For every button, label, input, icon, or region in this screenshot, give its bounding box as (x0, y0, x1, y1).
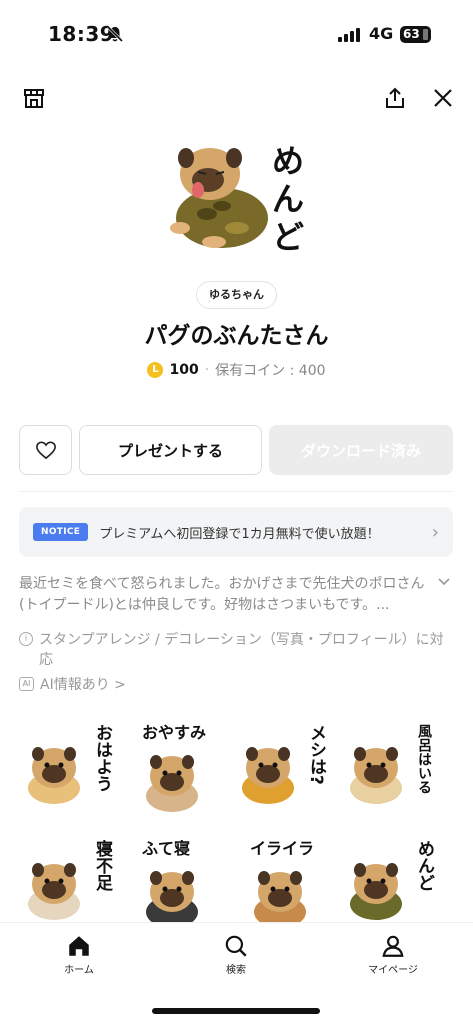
nav-mypage[interactable]: マイページ (348, 933, 438, 976)
sticker-item[interactable]: おやすみ (128, 716, 224, 812)
hero-sticker-text-3: ど (272, 218, 304, 256)
separator: · (204, 362, 210, 378)
ai-info-text: AI情報あり > (40, 677, 126, 693)
network-type: 4G (369, 24, 394, 43)
ai-info-link[interactable]: AI AI情報あり > (19, 674, 126, 694)
close-icon[interactable] (431, 86, 455, 110)
sticker-item[interactable]: 風呂はいる (344, 716, 440, 812)
pack-title: パグのぶんたさん (144, 323, 329, 349)
sticker-item[interactable]: 寝不足 (22, 832, 118, 928)
present-button[interactable]: プレゼントする (79, 425, 262, 475)
sticker-text: イライラ (250, 839, 314, 858)
hero-sticker-text-2: ん (272, 180, 304, 218)
price-row: L 100 · 保有コイン : 400 (0, 360, 473, 380)
battery-level: 63 (403, 27, 420, 41)
sticker-text: 風呂はいる (416, 724, 432, 794)
sticker-item[interactable]: めんど (344, 832, 440, 928)
nav-mypage-label: マイページ (368, 965, 418, 976)
sticker-text: ふて寝 (142, 839, 190, 858)
sticker-item[interactable]: ふて寝 (128, 832, 224, 928)
author-chip[interactable]: ゆるちゃん (196, 281, 277, 309)
signal-icon (338, 27, 360, 42)
bell-muted-icon (106, 25, 124, 43)
hero-sticker-image[interactable]: め ん ど (162, 136, 312, 256)
favorite-button[interactable] (19, 425, 72, 475)
sticker-text: 寝不足 (92, 839, 113, 892)
divider (19, 491, 453, 492)
nav-home[interactable]: ホーム (34, 933, 124, 976)
sticker-item[interactable]: メシは? (236, 716, 332, 812)
notice-banner[interactable]: NOTICE プレミアムへ初回登録で1カ月無料で使い放題！ › (19, 507, 453, 557)
nav-search[interactable]: 検索 (191, 933, 281, 976)
battery-icon: 63 (400, 26, 431, 43)
status-bar: 18:39 4G 63 (0, 0, 473, 70)
notice-badge: NOTICE (33, 523, 89, 541)
notice-text: プレミアムへ初回登録で1カ月無料で使い放題！ (99, 526, 380, 542)
nav-search-label: 検索 (226, 965, 246, 976)
sticker-text: おやすみ (142, 723, 206, 742)
ai-icon: AI (19, 677, 34, 691)
hero-sticker-text-1: め (272, 142, 304, 180)
pack-description: 最近セミを食べて怒られました。おかげさまで先住犬のポロさん(トイプードル)とは仲… (19, 576, 425, 613)
price-value: 100 (169, 362, 199, 378)
sticker-item[interactable]: イライラ (236, 832, 332, 928)
chevron-down-icon[interactable] (436, 574, 452, 590)
info-icon: i (19, 632, 33, 646)
shop-icon[interactable] (22, 86, 46, 110)
owned-coins: 保有コイン : 400 (215, 363, 326, 379)
coin-icon: L (147, 362, 164, 378)
home-icon (69, 936, 89, 956)
person-icon (382, 935, 404, 957)
arrange-info: i スタンプアレンジ / デコレーション（写真・プロフィール）に対応 (19, 630, 453, 670)
home-indicator (152, 1008, 320, 1014)
sticker-text: おはよう (92, 724, 112, 792)
search-icon (225, 935, 247, 957)
arrange-info-text: スタンプアレンジ / デコレーション（写真・プロフィール）に対応 (39, 632, 444, 668)
status-time: 18:39 (48, 22, 115, 46)
share-icon[interactable] (383, 86, 407, 110)
sticker-text: メシは? (306, 724, 326, 785)
heart-icon (35, 441, 56, 460)
nav-home-label: ホーム (64, 965, 94, 976)
sticker-text: めんど (414, 840, 435, 891)
sticker-item[interactable]: おはよう (22, 716, 118, 812)
download-button[interactable]: ダウンロード済み (269, 425, 453, 475)
chevron-right-icon: › (431, 521, 439, 543)
